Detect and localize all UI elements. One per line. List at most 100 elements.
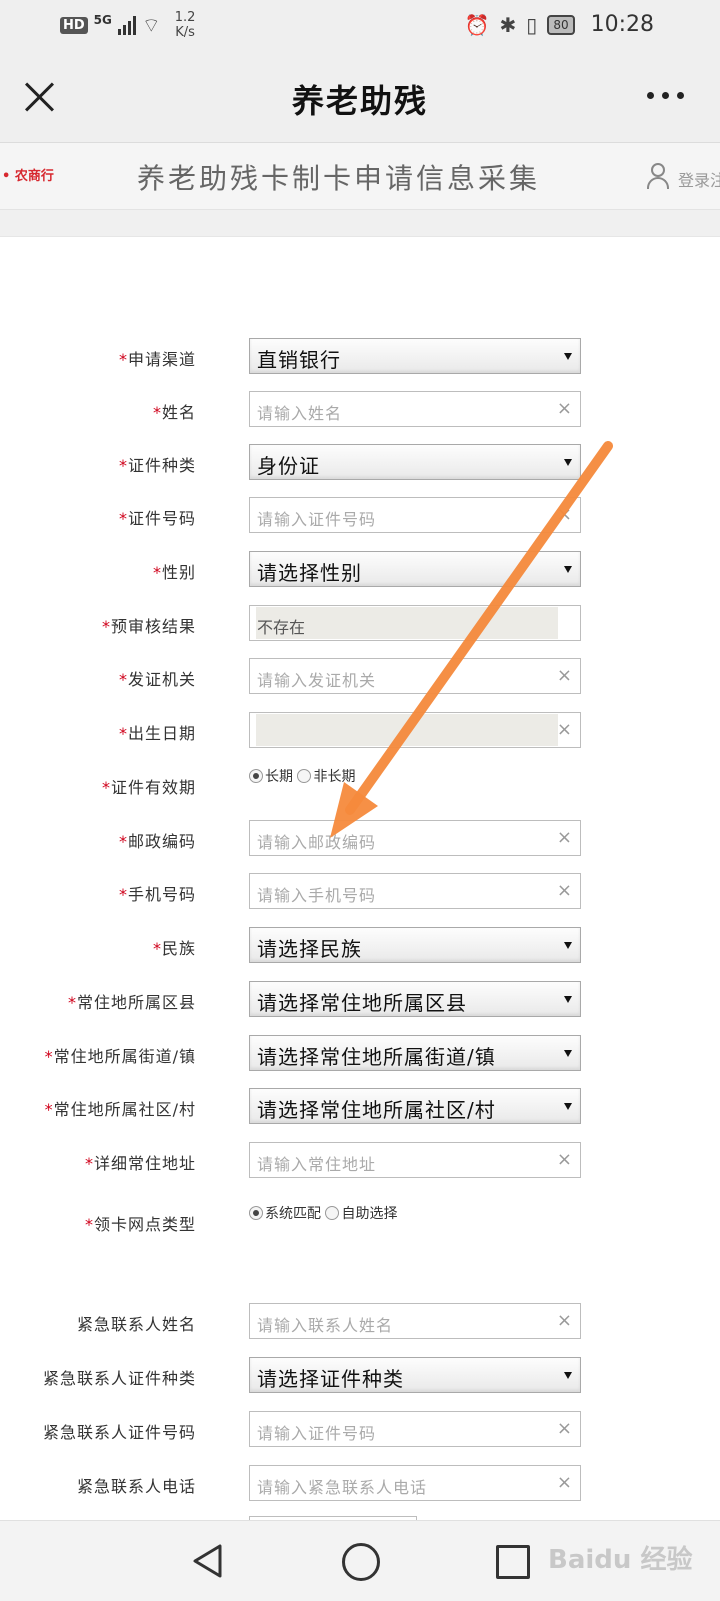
dropdown-caret-icon <box>564 942 572 949</box>
radio-system-match[interactable]: 系统匹配 <box>249 1206 321 1222</box>
row-id-number: *证件号码 请输入证件号码 × <box>0 497 720 535</box>
signal-icon <box>117 15 136 35</box>
alarm-icon: ⏰ <box>464 12 490 37</box>
label-phone: *手机号码 <box>118 885 196 904</box>
label-channel: *申请渠道 <box>118 350 196 369</box>
issuer-input[interactable]: 请输入发证机关 × <box>249 658 581 694</box>
back-icon[interactable] <box>190 1543 226 1579</box>
battery-icon: 80 <box>547 14 575 35</box>
label-branch-type: *领卡网点类型 <box>84 1215 196 1234</box>
row-ec-id-type: 紧急联系人证件种类 请选择证件种类 <box>0 1357 720 1395</box>
community-select[interactable]: 请选择常住地所属社区/村 <box>249 1088 581 1124</box>
clear-icon[interactable]: × <box>557 719 572 740</box>
wifi-icon: ⌔ <box>141 12 161 37</box>
row-ec-phone: 紧急联系人电话 请输入紧急联系人电话 × <box>0 1465 720 1503</box>
label-postal: *邮政编码 <box>118 832 196 851</box>
id-number-input[interactable]: 请输入证件号码 × <box>249 497 581 533</box>
page-title: 养老助残 <box>291 82 428 120</box>
label-id-number: *证件号码 <box>118 509 196 528</box>
radio-unchecked-icon[interactable] <box>297 769 312 783</box>
row-name: *姓名 请输入姓名 × <box>0 391 720 429</box>
radio-self-select[interactable]: 自助选择 <box>325 1206 397 1222</box>
row-ec-name: 紧急联系人姓名 请输入联系人姓名 × <box>0 1303 720 1341</box>
branch-type-radio-group: 系统匹配 自助选择 <box>249 1203 409 1225</box>
district-select[interactable]: 请选择常住地所属区县 <box>249 981 581 1017</box>
channel-select[interactable]: 直销银行 <box>249 338 581 374</box>
row-validity: *证件有效期 长期 非长期 <box>0 766 720 804</box>
row-ethnicity: *民族 请选择民族 <box>0 927 720 965</box>
clear-icon[interactable]: × <box>557 398 572 419</box>
ec-phone-input[interactable]: 请输入紧急联系人电话 × <box>249 1465 581 1501</box>
hd-badge: HD <box>60 16 88 34</box>
clear-icon[interactable]: × <box>557 1149 572 1170</box>
clear-icon[interactable]: × <box>557 1310 572 1331</box>
ec-id-type-select[interactable]: 请选择证件种类 <box>249 1357 581 1393</box>
precheck-result: 不存在 <box>249 605 581 641</box>
net-speed: 1.2 K/s <box>174 10 196 40</box>
dropdown-caret-icon <box>564 459 572 466</box>
label-precheck: *预审核结果 <box>101 617 196 636</box>
label-validity: *证件有效期 <box>101 778 196 797</box>
birth-date-input[interactable]: × <box>249 712 581 748</box>
ec-id-number-input[interactable]: 请输入证件号码 × <box>249 1411 581 1447</box>
watermark: Baidu 经验 <box>548 1545 693 1575</box>
row-street: *常住地所属街道/镇 请选择常住地所属街道/镇 <box>0 1035 720 1073</box>
name-input[interactable]: 请输入姓名 × <box>249 391 581 427</box>
gender-select[interactable]: 请选择性别 <box>249 551 581 587</box>
clear-icon[interactable]: × <box>557 827 572 848</box>
label-street: *常住地所属街道/镇 <box>44 1047 196 1066</box>
dropdown-caret-icon <box>564 1372 572 1379</box>
address-input[interactable]: 请输入常住地址 × <box>249 1142 581 1178</box>
row-address: *详细常住地址 请输入常住地址 × <box>0 1142 720 1180</box>
clear-icon[interactable]: × <box>557 665 572 686</box>
radio-checked-icon[interactable] <box>249 1206 263 1220</box>
postal-code-input[interactable]: 请输入邮政编码 × <box>249 820 581 856</box>
label-ec-phone: 紧急联系人电话 <box>76 1477 196 1496</box>
label-gender: *性别 <box>152 563 196 582</box>
radio-not-long-term[interactable]: 非长期 <box>297 769 355 785</box>
row-issuer: *发证机关 请输入发证机关 × <box>0 658 720 696</box>
row-birth: *出生日期 × <box>0 712 720 750</box>
row-ec-id-number: 紧急联系人证件号码 请输入证件号码 × <box>0 1411 720 1449</box>
label-issuer: *发证机关 <box>118 670 196 689</box>
network-type: 5G <box>93 13 112 27</box>
label-name: *姓名 <box>152 403 196 422</box>
ethnicity-select[interactable]: 请选择民族 <box>249 927 581 963</box>
row-community: *常住地所属社区/村 请选择常住地所属社区/村 <box>0 1088 720 1126</box>
system-nav-bar: Baidu 经验 <box>0 1520 720 1601</box>
login-link[interactable]: 登录注 <box>678 167 720 191</box>
home-icon[interactable] <box>342 1543 380 1581</box>
row-channel: *申请渠道 直销银行 <box>0 338 720 376</box>
dropdown-caret-icon <box>564 566 572 573</box>
clear-icon[interactable]: × <box>557 1472 572 1493</box>
radio-unchecked-icon[interactable] <box>325 1206 340 1220</box>
ec-name-input[interactable]: 请输入联系人姓名 × <box>249 1303 581 1339</box>
row-gender: *性别 请选择性别 <box>0 551 720 589</box>
row-district: *常住地所属区县 请选择常住地所属区县 <box>0 981 720 1019</box>
id-type-select[interactable]: 身份证 <box>249 444 581 480</box>
radio-checked-icon[interactable] <box>249 769 263 783</box>
clock: 10:28 <box>590 12 654 37</box>
recents-icon[interactable] <box>496 1545 530 1579</box>
clear-icon[interactable]: × <box>557 504 572 525</box>
validity-radio-group: 长期 非长期 <box>249 766 359 788</box>
dropdown-caret-icon <box>564 353 572 360</box>
form-title: 养老助残卡制卡申请信息采集 <box>137 162 541 195</box>
street-select[interactable]: 请选择常住地所属街道/镇 <box>249 1035 581 1071</box>
clear-icon[interactable]: × <box>557 1418 572 1439</box>
radio-long-term[interactable]: 长期 <box>249 769 293 785</box>
label-ethnicity: *民族 <box>152 939 196 958</box>
bluetooth-icon: ✱ <box>499 12 517 37</box>
phone-input[interactable]: 请输入手机号码 × <box>249 873 581 909</box>
more-icon[interactable] <box>647 92 684 99</box>
label-ec-name: 紧急联系人姓名 <box>76 1315 196 1334</box>
label-ec-id-type: 紧急联系人证件种类 <box>42 1369 196 1388</box>
label-birth: *出生日期 <box>118 724 196 743</box>
clear-icon[interactable]: × <box>557 880 572 901</box>
vibrate-icon: ▯ <box>526 12 538 37</box>
dropdown-caret-icon <box>564 1050 572 1057</box>
status-left: HD 5G ⌔ 1.2 K/s <box>60 10 195 40</box>
row-phone: *手机号码 请输入手机号码 × <box>0 873 720 911</box>
user-icon[interactable] <box>646 163 670 189</box>
status-right: ⏰ ✱ ▯ 80 10:28 <box>465 12 654 37</box>
